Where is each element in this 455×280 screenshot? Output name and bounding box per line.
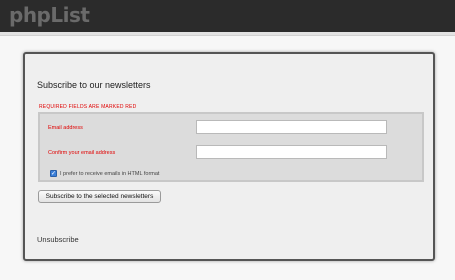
confirm-email-field[interactable] bbox=[196, 145, 387, 159]
header-divider bbox=[0, 32, 455, 36]
page-title: Subscribe to our newsletters bbox=[37, 80, 151, 90]
subscribe-button[interactable]: Subscribe to the selected newsletters bbox=[38, 190, 161, 203]
subscribe-panel: Subscribe to our newsletters REQUIRED FI… bbox=[23, 52, 435, 261]
confirm-email-label: Confirm your email address bbox=[48, 150, 116, 156]
checkmark-icon: ✓ bbox=[51, 171, 57, 177]
unsubscribe-link[interactable]: Unsubscribe bbox=[37, 235, 79, 244]
required-fields-note: REQUIRED FIELDS ARE MARKED RED bbox=[39, 104, 137, 110]
email-label: Email address bbox=[48, 125, 83, 131]
top-bar: phpList bbox=[0, 0, 455, 32]
html-format-checkbox[interactable]: ✓ bbox=[50, 170, 57, 177]
email-field[interactable] bbox=[196, 120, 387, 134]
html-format-label[interactable]: I prefer to receive emails in HTML forma… bbox=[60, 171, 159, 177]
subscription-fields: Email address Confirm your email address… bbox=[38, 112, 424, 182]
phplist-logo[interactable]: phpList bbox=[9, 3, 90, 27]
